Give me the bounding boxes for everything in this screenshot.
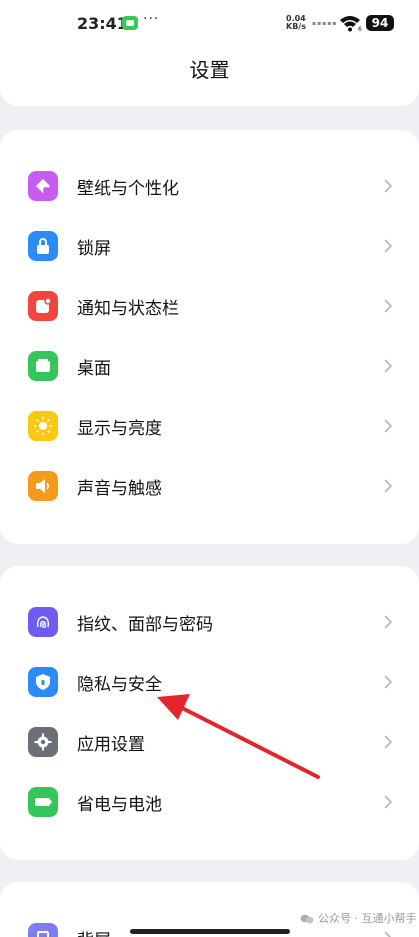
- shield-icon: [28, 667, 58, 697]
- palette-icon: [28, 171, 58, 201]
- chevron-right-icon: [384, 239, 393, 253]
- chevron-right-icon: [384, 931, 392, 937]
- chevron-right-icon: [384, 179, 393, 193]
- svg-text:6: 6: [358, 26, 362, 32]
- speaker-icon: [28, 471, 58, 501]
- header-card: 23:41 ··· 0.04 KB/s ▪▪▪▪▪ 6 94 设置: [0, 0, 419, 106]
- home-indicator[interactable]: [130, 929, 290, 934]
- settings-item-label: 声音与触感: [77, 479, 162, 499]
- settings-item-sound[interactable]: 声音与触感: [0, 456, 419, 516]
- network-speed-unit: KB/s: [286, 22, 306, 31]
- settings-item-wallpaper[interactable]: 壁纸与个性化: [0, 156, 419, 216]
- settings-item-label: 桌面: [77, 359, 111, 379]
- message-notification-icon: [122, 16, 138, 30]
- page-title: 设置: [189, 58, 230, 82]
- settings-item-privacy[interactable]: 隐私与安全: [0, 652, 419, 712]
- settings-item-notifications[interactable]: 通知与状态栏: [0, 276, 419, 336]
- status-time: 23:41: [77, 14, 128, 33]
- settings-item-label: 应用设置: [77, 735, 145, 755]
- status-bar: 23:41 ··· 0.04 KB/s ▪▪▪▪▪ 6 94: [0, 0, 419, 46]
- settings-item-label: 通知与状态栏: [77, 299, 179, 319]
- rear-screen-icon: [28, 923, 58, 937]
- battery-icon: [28, 787, 58, 817]
- more-notifications-indicator: ···: [143, 11, 160, 27]
- settings-item-label: 省电与电池: [77, 795, 162, 815]
- battery-level: 94: [366, 15, 394, 31]
- chevron-right-icon: [384, 795, 393, 809]
- settings-item-label: 隐私与安全: [77, 675, 162, 695]
- wifi-icon: 6: [340, 16, 362, 32]
- settings-item-lockscreen[interactable]: 锁屏: [0, 216, 419, 276]
- chevron-right-icon: [384, 675, 393, 689]
- lock-icon: [28, 231, 58, 261]
- gear-icon: [28, 727, 58, 757]
- wechat-icon: [300, 914, 314, 924]
- chevron-right-icon: [384, 479, 393, 493]
- settings-group-personalization: 壁纸与个性化 锁屏 通知与状态栏 桌面 显示与亮度 声音与触感: [0, 130, 419, 544]
- settings-group-security: 指纹、面部与密码 隐私与安全 应用设置 省电与电池: [0, 566, 419, 860]
- settings-item-home-screen[interactable]: 桌面: [0, 336, 419, 396]
- fingerprint-icon: [28, 607, 58, 637]
- settings-item-label: 壁纸与个性化: [77, 179, 179, 199]
- settings-item-display[interactable]: 显示与亮度: [0, 396, 419, 456]
- notification-icon: [28, 291, 58, 321]
- settings-item-label: 背屏: [77, 926, 111, 937]
- settings-item-label: 锁屏: [77, 239, 111, 259]
- home-screen-icon: [28, 351, 58, 381]
- settings-item-biometrics[interactable]: 指纹、面部与密码: [0, 592, 419, 652]
- signal-icon: ▪▪▪▪▪: [312, 20, 338, 27]
- watermark-text: 公众号 · 互通小帮手: [318, 912, 417, 925]
- settings-item-label: 指纹、面部与密码: [77, 615, 213, 635]
- settings-item-label: 显示与亮度: [77, 419, 162, 439]
- chevron-right-icon: [384, 299, 393, 313]
- network-speed: 0.04 KB/s: [286, 15, 306, 31]
- settings-item-battery[interactable]: 省电与电池: [0, 772, 419, 832]
- settings-item-app-settings[interactable]: 应用设置: [0, 712, 419, 772]
- watermark: 公众号 · 互通小帮手: [300, 910, 417, 926]
- chevron-right-icon: [384, 419, 393, 433]
- chevron-right-icon: [384, 359, 393, 373]
- chevron-right-icon: [384, 615, 393, 629]
- chevron-right-icon: [384, 735, 393, 749]
- sun-icon: [28, 411, 58, 441]
